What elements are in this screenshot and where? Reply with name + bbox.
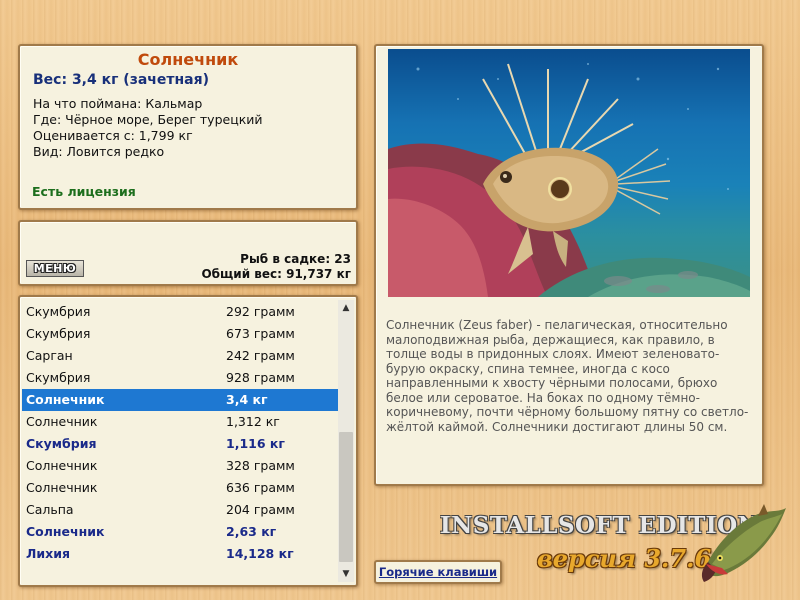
catch-list-panel: Скумбрия 292 грамм Скумбрия 673 грамм Сарган…: [18, 295, 358, 587]
catch-list-item[interactable]: Солнечник 1,312 кг: [22, 411, 340, 433]
menu-button[interactable]: МЕНЮ: [26, 260, 84, 277]
catch-fish-weight: 673 грамм: [226, 326, 295, 341]
catch-list-item[interactable]: Лихия 14,128 кг: [22, 543, 340, 565]
caught-on-text: На что поймана: Кальмар: [33, 96, 203, 111]
catch-list-item[interactable]: Скумбрия 673 грамм: [22, 323, 340, 345]
catch-list-item[interactable]: Солнечник 636 грамм: [22, 477, 340, 499]
list-scrollbar[interactable]: ▲ ▼: [338, 300, 354, 582]
license-status: Есть лицензия: [32, 184, 136, 199]
fish-weight: Вес: 3,4 кг (зачетная): [33, 72, 210, 88]
catch-fish-name: Скумбрия: [26, 370, 91, 385]
kind-text: Вид: Ловится редко: [33, 144, 165, 159]
total-weight: Общий вес: 91,737 кг: [201, 267, 351, 281]
catch-fish-name: Лихия: [26, 546, 70, 561]
catch-fish-weight: 328 грамм: [226, 458, 295, 473]
catch-count: Рыб в садке: 23: [240, 252, 351, 266]
catch-fish-name: Сальпа: [26, 502, 74, 517]
catch-fish-weight: 242 грамм: [226, 348, 295, 363]
catch-fish-name: Солнечник: [26, 480, 98, 495]
catch-list-item[interactable]: Скумбрия 1,116 кг: [22, 433, 340, 455]
location-text: Где: Чёрное море, Берег турецкий: [33, 112, 263, 127]
catch-fish-weight: 1,312 кг: [226, 414, 280, 429]
catch-fish-weight: 2,63 кг: [226, 524, 277, 539]
catch-list-item[interactable]: Солнечник 328 грамм: [22, 455, 340, 477]
fish-title: Солнечник: [137, 50, 239, 69]
catch-list-item[interactable]: Скумбрия 292 грамм: [22, 301, 340, 323]
catch-fish-name: Сарган: [26, 348, 73, 363]
fish-photo-icon: [388, 49, 750, 297]
rated-from-text: Оценивается с: 1,799 кг: [33, 128, 193, 143]
stats-panel: МЕНЮ Рыб в садке: 23 Общий вес: 91,737 к…: [18, 220, 358, 286]
catch-fish-name: Солнечник: [26, 392, 105, 407]
catch-fish-name: Солнечник: [26, 524, 105, 539]
catch-fish-name: Солнечник: [26, 414, 98, 429]
catch-fish-name: Скумбрия: [26, 304, 91, 319]
catch-fish-name: Скумбрия: [26, 436, 97, 451]
catch-list-item[interactable]: Сарган 242 грамм: [22, 345, 340, 367]
pike-logo-icon: [701, 504, 786, 582]
catch-list-item[interactable]: Солнечник 2,63 кг: [22, 521, 340, 543]
catch-fish-weight: 204 грамм: [226, 502, 295, 517]
scroll-down-icon[interactable]: ▼: [338, 566, 354, 582]
fish-info-panel: Солнечник Вес: 3,4 кг (зачетная) На что …: [18, 44, 358, 210]
catch-list-item[interactable]: Сальпа 204 грамм: [22, 499, 340, 521]
catch-fish-weight: 928 грамм: [226, 370, 295, 385]
catch-fish-weight: 3,4 кг: [226, 392, 268, 407]
catch-fish-weight: 292 грамм: [226, 304, 295, 319]
catch-list-item[interactable]: Скумбрия 928 грамм: [22, 367, 340, 389]
hotkeys-button[interactable]: Горячие клавиши: [374, 560, 502, 584]
catch-fish-name: Солнечник: [26, 458, 98, 473]
fish-description: Солнечник (Zeus faber) - пелагическая, о…: [386, 318, 749, 434]
scrollbar-thumb[interactable]: [339, 432, 353, 562]
catch-fish-name: Скумбрия: [26, 326, 91, 341]
catch-fish-weight: 1,116 кг: [226, 436, 285, 451]
scroll-up-icon[interactable]: ▲: [338, 300, 354, 316]
catch-fish-weight: 636 грамм: [226, 480, 295, 495]
fish-detail-panel: Солнечник (Zeus faber) - пелагическая, о…: [374, 44, 764, 486]
catch-list-item[interactable]: Солнечник 3,4 кг: [22, 389, 340, 411]
catch-list: Скумбрия 292 грамм Скумбрия 673 грамм Сарган…: [22, 301, 340, 565]
logo-version: версия 3.7.6: [537, 544, 712, 573]
catch-fish-weight: 14,128 кг: [226, 546, 294, 561]
